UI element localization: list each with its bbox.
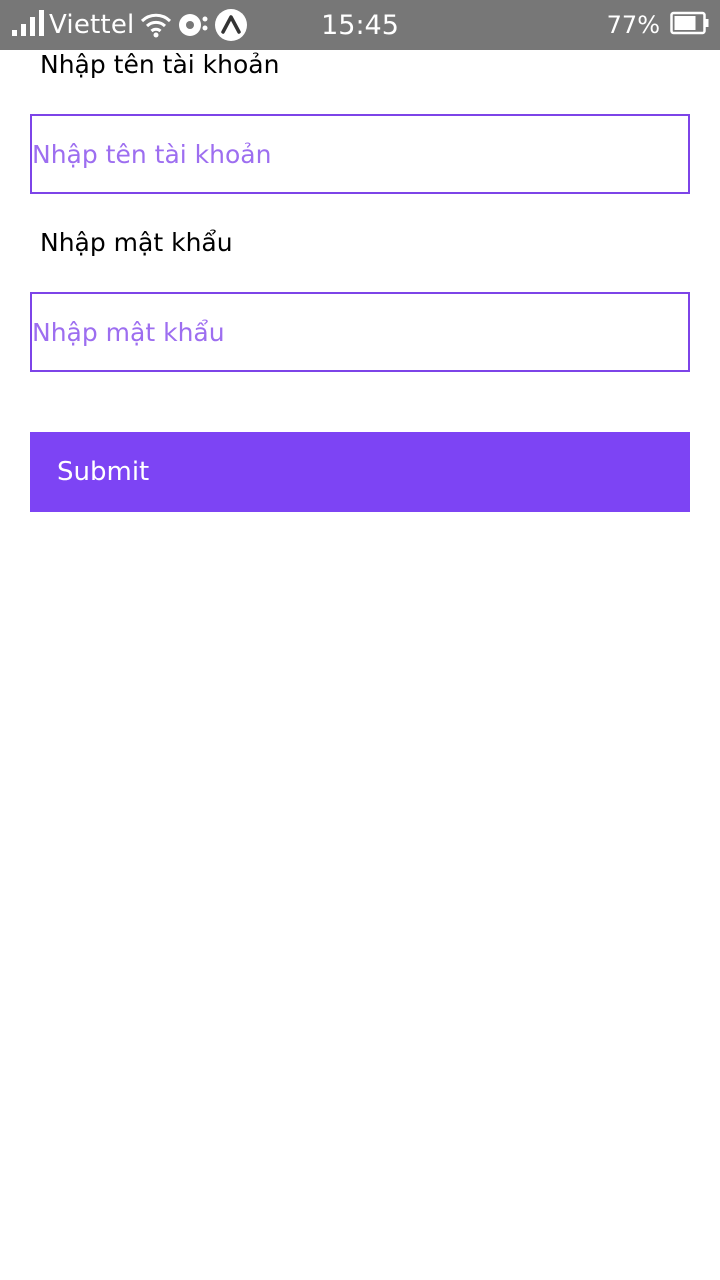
password-label: Nhập mật khẩu: [40, 228, 233, 257]
expo-app-icon: [214, 8, 248, 42]
battery-icon: [670, 11, 710, 39]
wifi-icon: [140, 12, 172, 38]
submit-button[interactable]: Submit: [30, 432, 690, 512]
signal-icon: [12, 10, 46, 40]
sync-icon: [176, 11, 210, 39]
status-bar-right: 77%: [607, 0, 710, 50]
username-label: Nhập tên tài khoản: [40, 50, 280, 79]
battery-percentage: 77%: [606, 11, 660, 39]
status-bar: Viettel 15:45 77%: [0, 0, 720, 50]
status-bar-left: Viettel: [12, 0, 252, 50]
password-input[interactable]: [30, 292, 690, 372]
username-input[interactable]: [30, 114, 690, 194]
carrier-name: Viettel: [49, 10, 135, 40]
